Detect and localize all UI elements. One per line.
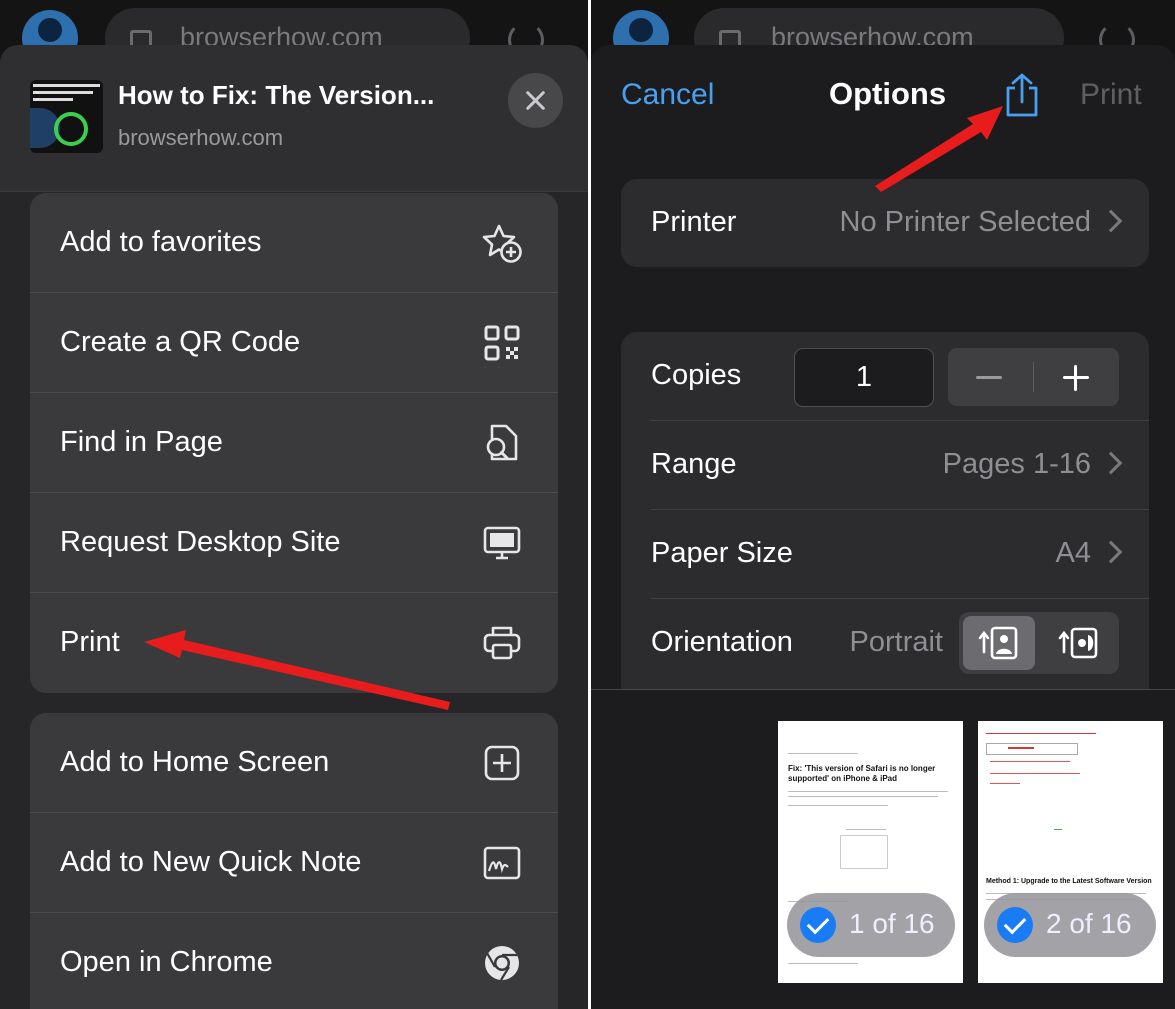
landscape-icon (1058, 627, 1098, 659)
menu-item-label: Add to New Quick Note (60, 846, 362, 878)
page-domain: browserhow.com (118, 125, 284, 150)
chevron-right-icon (1099, 451, 1123, 475)
range-row[interactable]: Range Pages 1-16 (621, 421, 1149, 510)
menu-item-label: Print (60, 626, 120, 658)
chevron-right-icon (1099, 540, 1123, 564)
orientation-segmented-control (959, 612, 1119, 674)
menu-item-label: Find in Page (60, 426, 223, 458)
cancel-button[interactable]: Cancel (621, 78, 714, 112)
doc-search-icon (486, 424, 518, 461)
menu-item-find-in-page[interactable]: Find in Page (30, 393, 558, 493)
portrait-icon (978, 626, 1018, 660)
page-thumbnail (30, 80, 103, 153)
menu-item-request-desktop-site[interactable]: Request Desktop Site (30, 493, 558, 593)
checkmark-icon (997, 907, 1033, 943)
plus-square-icon (484, 745, 520, 781)
share-menu-panel: browserhow.com How to Fix: The Version..… (0, 0, 588, 1009)
orientation-row: Orientation Portrait (621, 599, 1149, 688)
menu-item-add-to-home-screen[interactable]: Add to Home Screen (30, 713, 558, 813)
menu-item-open-in-chrome[interactable]: Open in Chrome (30, 913, 558, 1009)
quick-note-icon (483, 846, 521, 880)
menu-item-label: Open in Chrome (60, 946, 273, 978)
orientation-label: Orientation (651, 626, 793, 658)
copies-stepper (948, 348, 1119, 406)
page-2-label: 2 of 16 (1046, 908, 1132, 939)
page-1-heading: Fix: 'This version of Safari is no longe… (788, 764, 936, 783)
page-1-badge[interactable]: 1 of 16 (787, 893, 955, 957)
page-2-badge[interactable]: 2 of 16 (984, 893, 1156, 957)
page-1-label: 1 of 16 (849, 908, 935, 939)
orientation-value: Portrait (849, 626, 943, 658)
copies-input[interactable]: 1 (794, 348, 934, 407)
menu-item-label: Create a QR Code (60, 326, 301, 358)
copies-label: Copies (651, 359, 742, 391)
print-settings-card: Copies 1 Range Pages 1-16 Paper Size A4 … (621, 332, 1149, 712)
menu-item-add-to-new-quick-note[interactable]: Add to New Quick Note (30, 813, 558, 913)
desktop-icon (483, 526, 521, 560)
menu-item-label: Add to favorites (60, 226, 262, 258)
checkmark-icon (800, 907, 836, 943)
range-label: Range (651, 448, 737, 480)
menu-group-actions: Add to favorites Create a QR Code Find i… (30, 193, 558, 693)
minus-icon[interactable] (976, 376, 1002, 379)
chevron-right-icon (1099, 209, 1123, 233)
portrait-option[interactable] (963, 616, 1035, 670)
paper-size-value: A4 (1055, 537, 1091, 569)
printer-icon (483, 626, 521, 660)
annotation-arrow (144, 630, 450, 710)
menu-item-create-qr-code[interactable]: Create a QR Code (30, 293, 558, 393)
landscape-option[interactable] (1043, 616, 1115, 670)
chrome-icon (485, 946, 519, 981)
print-button[interactable]: Print (1080, 78, 1142, 112)
copies-row: Copies 1 (621, 332, 1149, 421)
page-2-heading: Method 1: Upgrade to the Latest Software… (986, 878, 1152, 885)
printer-label: Printer (651, 206, 737, 238)
paper-size-label: Paper Size (651, 537, 793, 569)
qr-code-icon (484, 325, 520, 361)
range-value: Pages 1-16 (942, 448, 1091, 480)
page-title: How to Fix: The Version... (118, 80, 435, 110)
print-options-panel: browserhow.com Cancel Options Print Prin… (591, 0, 1175, 1009)
menu-item-label: Add to Home Screen (60, 746, 330, 778)
menu-item-label: Request Desktop Site (60, 526, 341, 558)
paper-size-row[interactable]: Paper Size A4 (621, 510, 1149, 599)
close-button[interactable] (508, 73, 563, 128)
menu-item-add-to-favorites[interactable]: Add to favorites (30, 193, 558, 293)
star-plus-icon (482, 224, 522, 263)
annotation-arrow (875, 106, 1003, 192)
menu-group-more: Add to Home Screen Add to New Quick Note… (30, 713, 558, 1009)
plus-icon[interactable] (1063, 365, 1089, 391)
printer-value: No Printer Selected (839, 206, 1091, 238)
